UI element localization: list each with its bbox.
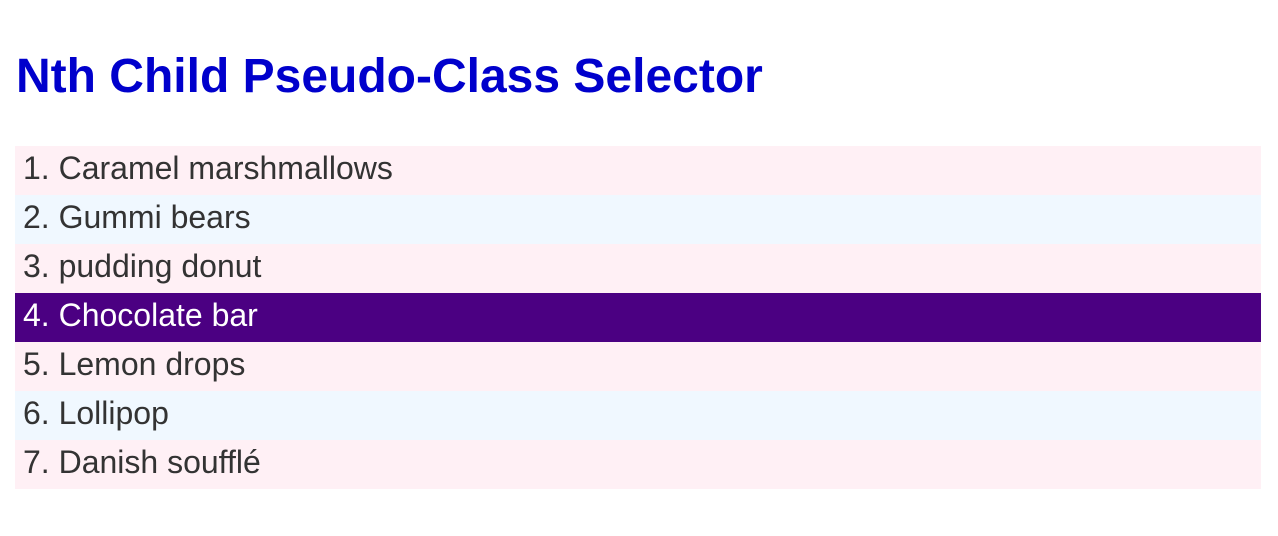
list-item-label: Lemon drops	[58, 346, 246, 382]
list-item-label: Chocolate bar	[58, 297, 258, 333]
list-item: 5. Lemon drops	[15, 342, 1261, 391]
list-item-label: Lollipop	[58, 395, 169, 431]
list-item-number: 1.	[23, 150, 50, 186]
list-item-label: Gummi bears	[58, 199, 251, 235]
list-item-label: Danish soufflé	[58, 444, 261, 480]
list-item: 7. Danish soufflé	[15, 440, 1261, 489]
list-item-number: 2.	[23, 199, 50, 235]
list-item-number: 3.	[23, 248, 50, 284]
list-item-number: 7.	[23, 444, 50, 480]
list-item-number: 4.	[23, 297, 50, 333]
list-item-label: pudding donut	[58, 248, 262, 284]
list-item: 1. Caramel marshmallows	[15, 146, 1261, 195]
list-item-highlighted: 4. Chocolate bar	[15, 293, 1261, 342]
candy-list: 1. Caramel marshmallows 2. Gummi bears 3…	[15, 146, 1261, 489]
list-item: 3. pudding donut	[15, 244, 1261, 293]
page-title: Nth Child Pseudo-Class Selector	[16, 50, 763, 103]
list-item-label: Caramel marshmallows	[58, 150, 393, 186]
list-item: 2. Gummi bears	[15, 195, 1261, 244]
list-item: 6. Lollipop	[15, 391, 1261, 440]
list-item-number: 5.	[23, 346, 50, 382]
list-item-number: 6.	[23, 395, 50, 431]
